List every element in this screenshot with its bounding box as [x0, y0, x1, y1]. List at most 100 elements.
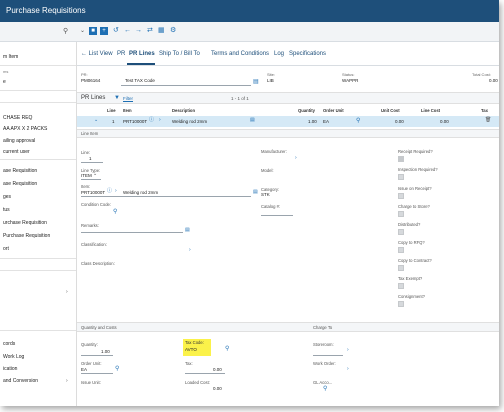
sidebar-item[interactable]: e [0, 78, 76, 87]
sidebar-item[interactable]: Purchase Requisition [0, 232, 76, 241]
search-icon[interactable]: ⚲ [115, 366, 119, 372]
charge-to-store-checkbox[interactable] [398, 211, 404, 217]
sidebar-item[interactable]: AA APX X 2 PACKS [0, 125, 76, 134]
chevron-right-icon[interactable]: › [189, 248, 191, 253]
row-order-unit[interactable]: EA [323, 119, 329, 124]
receipt-required-checkbox[interactable] [398, 156, 404, 162]
row-description[interactable]: Welding rod 2mm [172, 119, 207, 124]
sidebar-item[interactable]: ase Requisition [0, 167, 76, 176]
delete-icon[interactable]: 🗑 [485, 118, 491, 123]
grid-icon[interactable]: ▦ [158, 27, 165, 34]
new-icon[interactable]: + [100, 27, 108, 35]
consignment-checkbox[interactable] [398, 301, 404, 307]
filter-link[interactable]: Filter [123, 96, 133, 101]
long-description-icon[interactable]: ▤ [253, 190, 258, 195]
filter-icon[interactable]: ▼ [114, 95, 120, 101]
settings-icon[interactable]: ⚙ [170, 27, 176, 34]
model-label: Model: [261, 168, 274, 173]
long-description-icon[interactable]: ▤ [253, 79, 259, 85]
tax-exempt-checkbox[interactable] [398, 283, 404, 289]
line-type-value[interactable]: ITEM [81, 173, 92, 178]
sidebar-item[interactable]: ailing approval [0, 137, 76, 146]
sidebar-item[interactable]: Work Log [0, 353, 76, 362]
info-icon[interactable]: ⓘ [149, 118, 154, 123]
item-description[interactable]: Welding rod 2mm [123, 190, 158, 195]
search-icon[interactable]: ⚲ [63, 28, 68, 35]
order-unit-value[interactable]: EA [81, 367, 87, 372]
sidebar-item[interactable]: ication [0, 365, 76, 374]
tax-code-value[interactable]: AVTO [185, 347, 197, 352]
chevron-right-icon[interactable]: › [115, 189, 117, 194]
search-icon[interactable]: ⚲ [356, 118, 360, 124]
tab-pr-lines[interactable]: PR Lines [129, 51, 155, 57]
sidebar-item[interactable]: cords [0, 340, 76, 349]
col-line: Line [107, 108, 116, 113]
prlines-toolbar [77, 92, 499, 104]
main-panel: ← List View PR PR Lines Ship To / Bill T… [77, 42, 499, 406]
chevron-right-icon[interactable]: › [66, 290, 68, 295]
sidebar-item[interactable]: ms [0, 67, 76, 76]
long-description-icon[interactable]: ▤ [250, 118, 255, 123]
condition-code-label: Condition Code: [81, 202, 112, 207]
sidebar-item[interactable]: ges [0, 193, 76, 202]
pr-description[interactable]: Test TAX Code [125, 78, 155, 83]
sidebar-item[interactable]: m Item [0, 53, 76, 62]
inspection-required-checkbox[interactable] [398, 174, 404, 180]
issue-on-receipt-checkbox[interactable] [398, 193, 404, 199]
tab-specifications[interactable]: Specifications [289, 51, 326, 57]
sidebar-item[interactable]: and Conversion [0, 377, 76, 386]
total-cost-value: 0.00 [489, 78, 498, 83]
remarks-label: Remarks: [81, 223, 99, 228]
chevron-right-icon[interactable]: › [347, 348, 349, 353]
chevron-right-icon[interactable]: › [295, 156, 297, 161]
arrow-left-icon[interactable]: ← [124, 27, 131, 34]
sidebar-item[interactable]: tus [0, 206, 76, 215]
tabs-bar: ← List View PR PR Lines Ship To / Bill T… [77, 42, 499, 66]
tab-log[interactable]: Log [274, 51, 284, 57]
chevron-down-icon[interactable]: ⌄ [93, 172, 97, 177]
refresh-icon[interactable]: ⇄ [147, 27, 153, 34]
undo-icon[interactable]: ↺ [113, 27, 119, 34]
chevron-down-icon[interactable]: ⌄ [80, 28, 85, 34]
search-icon[interactable]: ⚲ [225, 346, 229, 352]
sidebar-item[interactable]: CHASE REQ [0, 114, 76, 123]
tab-pr[interactable]: PR [117, 51, 125, 57]
col-item: Item [123, 108, 132, 113]
arrow-right-icon[interactable]: → [135, 27, 142, 34]
site-value: LIB [267, 78, 274, 83]
sidebar-item[interactable]: urchase Requisition [0, 219, 76, 228]
classification-label: Classification: [81, 242, 107, 247]
save-icon[interactable]: ■ [89, 27, 97, 35]
col-unit-cost: Unit Cost [381, 108, 400, 113]
check-label: Receipt Required? [398, 149, 433, 154]
sidebar-item[interactable]: current user [0, 148, 76, 157]
line-value[interactable]: 1 [89, 156, 92, 161]
info-icon[interactable]: ⓘ [107, 189, 112, 194]
row-item[interactable]: PRT10000T [123, 119, 147, 124]
tab-terms-and-conditions[interactable]: Terms and Conditions [211, 51, 269, 57]
pr-label: PR: [81, 72, 88, 77]
search-icon[interactable]: ⚲ [113, 209, 117, 215]
order-unit-label: Order Unit: [81, 361, 102, 366]
tax-value[interactable]: 0.00 [213, 367, 222, 372]
chevron-down-icon[interactable]: ⌄ [94, 118, 98, 123]
quantity-value[interactable]: 1.00 [101, 349, 110, 354]
chevron-right-icon[interactable]: › [159, 118, 161, 123]
tab-ship-to-bill-to[interactable]: Ship To / Bill To [159, 51, 200, 57]
row-quantity[interactable]: 1.00 [308, 119, 317, 124]
long-description-icon[interactable]: ▤ [185, 228, 190, 233]
tab-list-view[interactable]: ← List View [81, 51, 113, 57]
chevron-right-icon[interactable]: › [66, 379, 68, 384]
storeroom-label: Storeroom: [313, 342, 334, 347]
status-label: Status: [342, 72, 355, 77]
distributed-checkbox[interactable] [398, 229, 404, 235]
sidebar-item[interactable]: ort [0, 245, 76, 254]
copy-to-contract-checkbox[interactable] [398, 265, 404, 271]
copy-to-rfq-checkbox[interactable] [398, 247, 404, 253]
chevron-right-icon[interactable]: › [347, 367, 349, 372]
row-unit-cost[interactable]: 0.00 [395, 119, 404, 124]
item-value[interactable]: PRT10000T [81, 190, 105, 195]
sidebar-item[interactable]: ase Requisition [0, 180, 76, 189]
search-icon[interactable]: ⚲ [323, 386, 327, 392]
category-value: STK [261, 192, 270, 197]
